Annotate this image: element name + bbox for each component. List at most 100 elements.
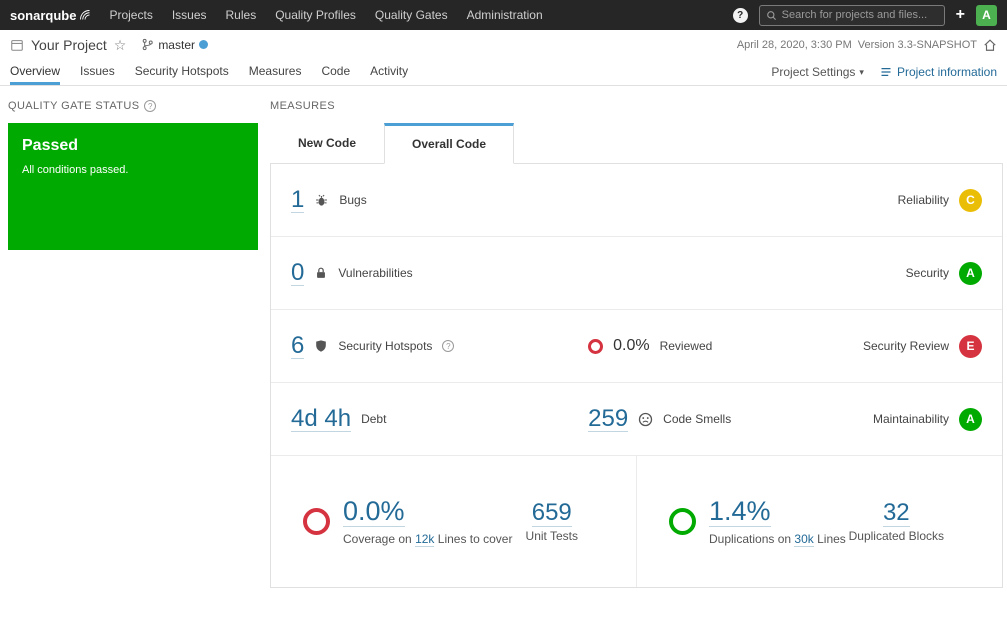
quality-gate-column: QUALITY GATE STATUS ? Passed All conditi…: [8, 99, 258, 588]
security-review-rating: Security Review E: [862, 334, 982, 358]
code-smells-label: Code Smells: [663, 412, 732, 426]
project-settings-label: Project Settings: [771, 65, 856, 79]
coverage-text: 0.0% Coverage on 12k Lines to cover: [343, 497, 513, 547]
security-rating-badge[interactable]: A: [959, 261, 982, 285]
unit-tests-count-link[interactable]: 659: [531, 498, 572, 527]
sonarqube-logo[interactable]: sonarqube: [10, 8, 91, 23]
measure-row-vulnerabilities: 0 Vulnerabilities Security A: [271, 237, 1002, 310]
vulnerabilities-metric: 0 Vulnerabilities: [291, 260, 588, 287]
quality-gate-status-card: Passed All conditions passed.: [8, 123, 258, 250]
search-input[interactable]: [781, 9, 938, 21]
duplications-label-suffix: Lines: [817, 531, 846, 546]
duplicated-blocks-label: Duplicated Blocks: [848, 529, 944, 544]
chevron-down-icon: ▾: [859, 66, 864, 77]
reliability-rating-label: Reliability: [897, 193, 949, 207]
duplicated-blocks-metric: 32 Duplicated Blocks: [848, 498, 944, 544]
coverage-label-suffix: Lines to cover: [437, 531, 513, 546]
hotspots-count-link[interactable]: 6: [291, 333, 305, 360]
project-information-link[interactable]: Project information: [880, 65, 997, 79]
measures-column: MEASURES New Code Overall Code 1 Bugs Re…: [270, 99, 1003, 588]
maintainability-rating-badge[interactable]: A: [959, 407, 982, 431]
nav-administration[interactable]: Administration: [467, 8, 543, 22]
code-smells-count-link[interactable]: 259: [588, 406, 629, 433]
overview-content: QUALITY GATE STATUS ? Passed All conditi…: [0, 86, 1007, 588]
duplications-label-prefix: Duplications on: [709, 531, 792, 546]
search-icon: [766, 10, 777, 21]
measures-heading: MEASURES: [270, 99, 1003, 113]
coverage-ring-icon: [303, 508, 330, 535]
tab-security-hotspots[interactable]: Security Hotspots: [135, 59, 229, 85]
project-nav-right: Project Settings ▾ Project information: [771, 59, 997, 85]
lines-to-cover-link[interactable]: 12k: [415, 531, 435, 547]
hotspots-metric: 6 Security Hotspots ?: [291, 333, 588, 360]
nav-rules[interactable]: Rules: [226, 8, 257, 22]
quality-gate-heading-label: QUALITY GATE STATUS: [8, 100, 140, 112]
tab-activity[interactable]: Activity: [370, 59, 408, 85]
quality-gate-help-icon[interactable]: ?: [144, 100, 157, 112]
measure-row-security-hotspots: 6 Security Hotspots ? 0.0% Reviewed Secu…: [271, 310, 1002, 383]
coverage-cell: 0.0% Coverage on 12k Lines to cover 659 …: [271, 456, 636, 587]
measures-tabs: New Code Overall Code: [270, 123, 1003, 164]
coverage-label: Coverage on 12k Lines to cover: [343, 531, 513, 547]
duplications-percent-link[interactable]: 1.4%: [709, 497, 771, 527]
vulnerabilities-label: Vulnerabilities: [338, 266, 413, 280]
duplications-text: 1.4% Duplications on 30k Lines: [709, 497, 846, 547]
sonarqube-logo-text: sonarqube: [10, 7, 77, 23]
tab-overall-code[interactable]: Overall Code: [384, 123, 515, 164]
measure-row-maintainability: 4d 4h Debt 259 Code Smells Maintainabili…: [271, 383, 1002, 456]
bug-icon: [314, 193, 329, 208]
user-avatar[interactable]: A: [976, 4, 997, 26]
bugs-metric: 1 Bugs: [291, 187, 588, 214]
favorite-star-icon[interactable]: ☆: [114, 38, 127, 52]
security-review-rating-label: Security Review: [862, 339, 949, 353]
security-rating-label: Security: [905, 266, 949, 280]
project-meta: April 28, 2020, 3:30 PM Version 3.3-SNAP…: [737, 38, 997, 52]
nav-issues[interactable]: Issues: [172, 8, 207, 22]
hotspots-help-icon[interactable]: ?: [442, 340, 455, 352]
measures-panel: 1 Bugs Reliability C 0 Vulnerabilities S…: [270, 163, 1003, 588]
tab-overview[interactable]: Overview: [10, 59, 61, 85]
security-rating: Security A: [905, 261, 982, 285]
duplicated-blocks-count-link[interactable]: 32: [882, 498, 910, 527]
global-nav-links: Projects Issues Rules Quality Profiles Q…: [109, 8, 542, 22]
bugs-count-link[interactable]: 1: [291, 187, 305, 214]
coverage-percent-link[interactable]: 0.0%: [343, 497, 405, 527]
maintainability-rating-label: Maintainability: [872, 412, 949, 426]
global-search[interactable]: [758, 4, 945, 26]
nav-quality-gates[interactable]: Quality Gates: [375, 8, 448, 22]
duplicated-lines-link[interactable]: 30k: [794, 531, 814, 547]
navbar-right-controls: ? + A: [732, 4, 997, 26]
tab-issues[interactable]: Issues: [80, 59, 115, 85]
nav-quality-profiles[interactable]: Quality Profiles: [275, 8, 356, 22]
lock-icon: [314, 266, 328, 280]
duplications-ring-icon: [669, 508, 696, 535]
maintainability-rating: Maintainability A: [872, 407, 982, 431]
quality-gate-status: Passed: [22, 137, 79, 154]
reliability-rating-badge[interactable]: C: [959, 188, 982, 212]
project-information-icon: [880, 66, 892, 78]
unit-tests-label: Unit Tests: [525, 529, 578, 544]
security-review-rating-badge[interactable]: E: [959, 334, 982, 358]
duplications-cell: 1.4% Duplications on 30k Lines 32 Duplic…: [636, 456, 1002, 587]
reliability-rating: Reliability C: [897, 188, 982, 212]
branch-info-dot-icon[interactable]: [199, 40, 208, 49]
debt-value-link[interactable]: 4d 4h: [291, 406, 352, 433]
project-nav: Overview Issues Security Hotspots Measur…: [0, 59, 1007, 86]
homepage-icon[interactable]: [983, 38, 997, 52]
vulnerabilities-count-link[interactable]: 0: [291, 260, 305, 287]
tab-measures[interactable]: Measures: [249, 59, 302, 85]
tab-code[interactable]: Code: [321, 59, 350, 85]
reviewed-percent: 0.0%: [613, 337, 650, 354]
global-navbar: sonarqube Projects Issues Rules Quality …: [0, 0, 1007, 30]
tab-new-code[interactable]: New Code: [270, 123, 384, 163]
add-project-button[interactable]: +: [956, 7, 965, 23]
project-information-label: Project information: [896, 65, 997, 79]
branch-selector[interactable]: master: [141, 38, 208, 52]
nav-projects[interactable]: Projects: [109, 8, 152, 22]
project-settings-dropdown[interactable]: Project Settings ▾: [771, 65, 864, 79]
duplications-label: Duplications on 30k Lines: [709, 531, 846, 547]
coverage-metric: 0.0% Coverage on 12k Lines to cover: [303, 497, 513, 547]
sonar-wave-icon: [79, 9, 91, 21]
help-icon[interactable]: ?: [732, 7, 748, 23]
project-icon: [10, 38, 24, 52]
